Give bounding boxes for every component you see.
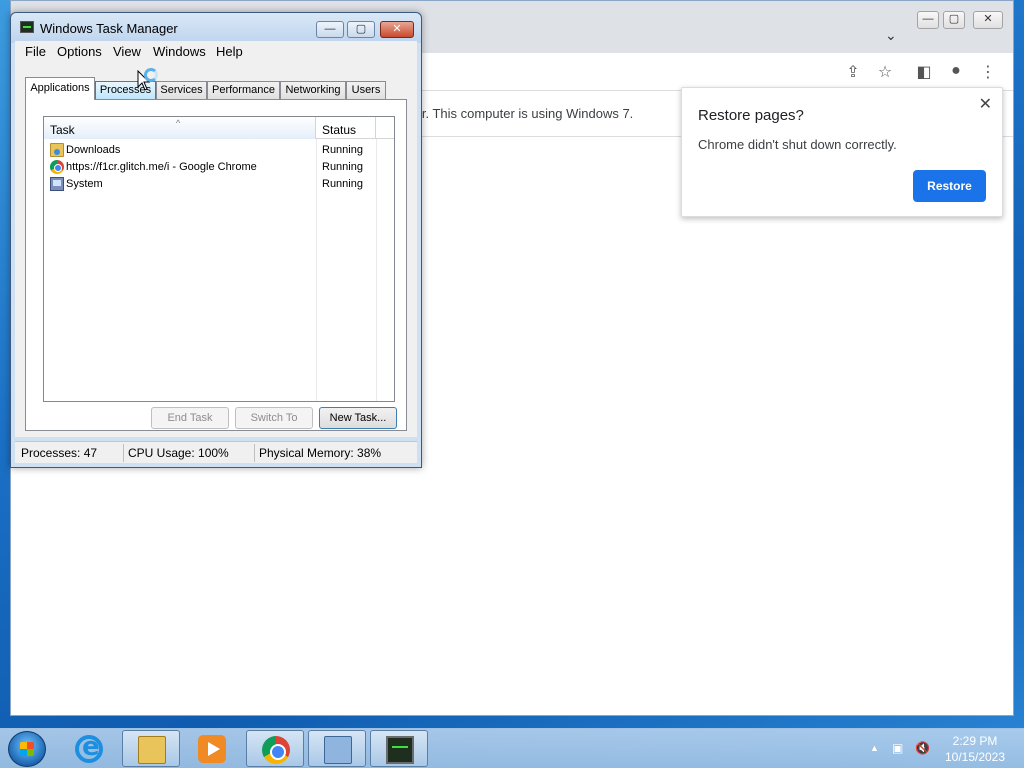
system-icon bbox=[50, 177, 64, 191]
restore-message: Chrome didn't shut down correctly. bbox=[698, 137, 897, 152]
menu-options[interactable]: Options bbox=[57, 44, 102, 59]
status-bar: Processes: 47 CPU Usage: 100% Physical M… bbox=[15, 441, 417, 463]
task-status: Running bbox=[322, 144, 363, 156]
profile-icon[interactable]: ● bbox=[946, 62, 966, 80]
busy-spinner-icon bbox=[144, 68, 158, 82]
media-player-icon bbox=[198, 735, 226, 763]
menu-file[interactable]: File bbox=[25, 44, 46, 59]
folder-icon bbox=[50, 143, 64, 157]
column-status[interactable]: Status bbox=[316, 117, 376, 139]
close-icon[interactable]: ✕ bbox=[979, 94, 992, 114]
menu-bar: File Options View Windows Help bbox=[15, 41, 417, 61]
task-name: https://f1cr.glitch.me/i - Google Chrome bbox=[66, 161, 257, 173]
show-hidden-icons-icon[interactable]: ▲ bbox=[870, 743, 879, 753]
task-manager-icon bbox=[386, 736, 414, 764]
status-divider bbox=[123, 444, 124, 462]
task-name: System bbox=[66, 178, 103, 190]
task-manager-window: Windows Task Manager — ▢ ✕ File Options … bbox=[10, 12, 422, 468]
list-item[interactable]: Downloads Running bbox=[44, 142, 394, 159]
clock-time: 2:29 PM bbox=[952, 734, 998, 748]
task-status: Running bbox=[322, 178, 363, 190]
physical-memory: Physical Memory: 38% bbox=[259, 446, 382, 460]
new-task-button[interactable]: New Task... bbox=[319, 407, 397, 429]
tab-users[interactable]: Users bbox=[346, 81, 386, 99]
chrome-close-button[interactable]: ✕ bbox=[973, 11, 1003, 29]
chrome-icon bbox=[262, 736, 290, 764]
restore-title: Restore pages? bbox=[698, 107, 804, 124]
tab-search-icon[interactable]: ⌄ bbox=[885, 27, 897, 44]
minimize-button[interactable]: — bbox=[316, 21, 344, 38]
processes-count: Processes: 47 bbox=[21, 446, 98, 460]
star-icon[interactable]: ☆ bbox=[875, 62, 895, 82]
taskbar-google-chrome[interactable] bbox=[246, 730, 304, 767]
tab-services[interactable]: Services bbox=[156, 81, 207, 99]
list-item[interactable]: System Running bbox=[44, 176, 394, 193]
column-task-label: Task bbox=[50, 123, 75, 137]
applications-panel: Task ^ Status Downloads Running https://… bbox=[25, 99, 407, 431]
column-task[interactable]: Task ^ bbox=[44, 117, 316, 139]
sort-arrow-icon: ^ bbox=[176, 118, 181, 128]
side-panel-icon[interactable]: ◧ bbox=[914, 62, 934, 82]
folder-icon bbox=[138, 736, 166, 764]
menu-windows[interactable]: Windows bbox=[153, 44, 206, 59]
chrome-icon bbox=[50, 160, 64, 174]
task-manager-body: Applications Processes Services Performa… bbox=[15, 61, 417, 437]
task-list[interactable]: Task ^ Status Downloads Running https://… bbox=[43, 116, 395, 402]
end-task-button[interactable]: End Task bbox=[151, 407, 229, 429]
tab-networking[interactable]: Networking bbox=[280, 81, 346, 99]
close-button[interactable]: ✕ bbox=[380, 21, 414, 38]
taskbar-internet-explorer[interactable] bbox=[60, 730, 118, 767]
menu-view[interactable]: View bbox=[113, 44, 141, 59]
taskbar: ▲ ▣ 🔇 2:29 PM 10/15/2023 bbox=[0, 728, 1024, 768]
internet-explorer-icon bbox=[75, 732, 103, 763]
share-icon[interactable]: ⇪ bbox=[843, 62, 863, 82]
clock[interactable]: 2:29 PM 10/15/2023 bbox=[940, 733, 1010, 765]
network-icon[interactable]: ▣ bbox=[892, 741, 903, 755]
taskbar-windows-explorer[interactable] bbox=[122, 730, 180, 767]
tab-performance[interactable]: Performance bbox=[207, 81, 280, 99]
list-header: Task ^ Status bbox=[44, 117, 394, 139]
list-item[interactable]: https://f1cr.glitch.me/i - Google Chrome… bbox=[44, 159, 394, 176]
tab-applications[interactable]: Applications bbox=[25, 77, 95, 100]
restore-pages-popup: Restore pages? Chrome didn't shut down c… bbox=[681, 87, 1003, 217]
task-manager-icon bbox=[20, 21, 34, 33]
taskbar-remote-desktop[interactable] bbox=[308, 730, 366, 767]
restore-button[interactable]: Restore bbox=[913, 170, 986, 202]
remote-desktop-icon bbox=[324, 736, 352, 764]
status-divider bbox=[254, 444, 255, 462]
chrome-maximize-button[interactable]: ▢ bbox=[943, 11, 965, 29]
maximize-button[interactable]: ▢ bbox=[347, 21, 375, 38]
task-name: Downloads bbox=[66, 144, 121, 156]
window-title: Windows Task Manager bbox=[40, 21, 178, 36]
chrome-minimize-button[interactable]: — bbox=[917, 11, 939, 29]
volume-muted-icon[interactable]: 🔇 bbox=[915, 741, 930, 755]
switch-to-button[interactable]: Switch To bbox=[235, 407, 313, 429]
infobar-text: ter. This computer is using Windows 7. bbox=[411, 106, 634, 121]
taskbar-media-player[interactable] bbox=[183, 730, 241, 767]
taskbar-task-manager[interactable] bbox=[370, 730, 428, 767]
start-button[interactable] bbox=[8, 731, 46, 767]
cpu-usage: CPU Usage: 100% bbox=[128, 446, 229, 460]
clock-date: 10/15/2023 bbox=[944, 750, 1006, 764]
task-status: Running bbox=[322, 161, 363, 173]
menu-help[interactable]: Help bbox=[216, 44, 243, 59]
menu-icon[interactable]: ⋮ bbox=[978, 62, 998, 82]
task-manager-titlebar[interactable]: Windows Task Manager — ▢ ✕ bbox=[11, 13, 421, 43]
